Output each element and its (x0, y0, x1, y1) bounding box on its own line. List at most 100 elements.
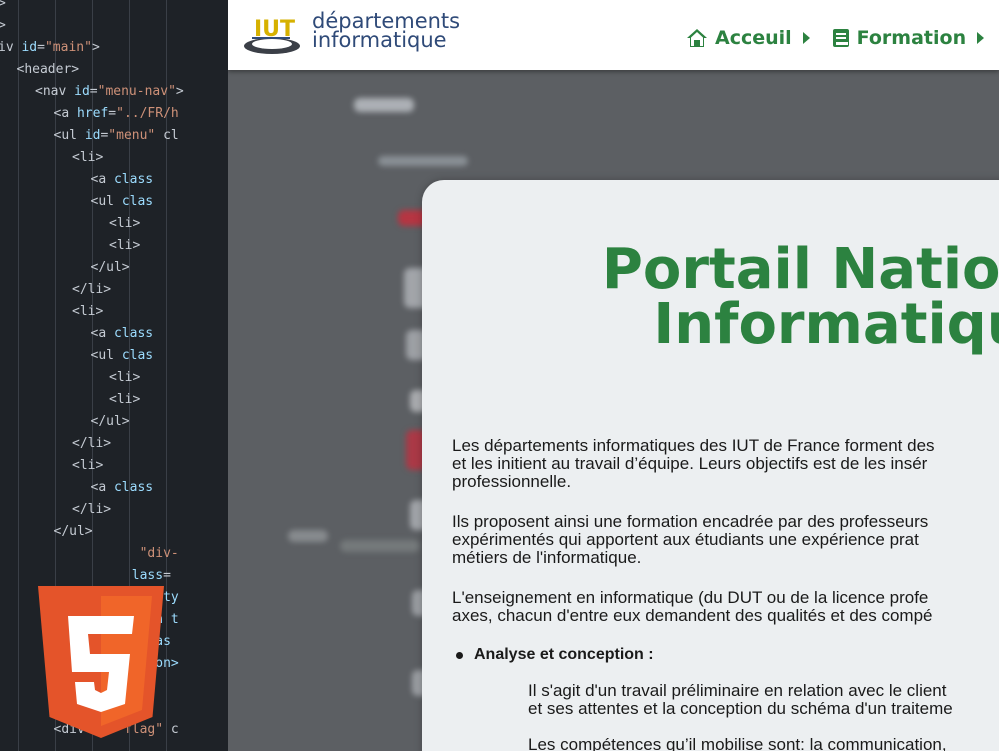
chevron-right-icon (802, 32, 810, 44)
code-token: <a (90, 172, 114, 187)
intro-paragraph-3: L'enseignement en informatique (du DUT o… (452, 588, 933, 625)
code-token: <header> (16, 62, 80, 77)
chevron-right-icon (977, 32, 985, 44)
intro-paragraph-1: Les départements informatiques des IUT d… (452, 436, 935, 491)
code-line: <li> (109, 367, 140, 389)
nav-item-formation[interactable]: Formation (832, 27, 985, 49)
code-line: <li> (109, 389, 140, 411)
code-token: iv (0, 40, 22, 55)
code-line: </li> (72, 279, 111, 301)
code-editor-pane: > > iv id="main"> <header> <nav id="menu-nav… (0, 0, 230, 751)
code-line: <a class (91, 169, 154, 191)
code-token: > (91, 40, 100, 55)
code-line: </ul> (91, 257, 130, 279)
code-token: </ul> (90, 414, 130, 429)
code-token: id (84, 128, 101, 143)
code-token: id (21, 40, 38, 55)
code-line: lass= (54, 565, 171, 587)
code-token: "main" (44, 40, 92, 55)
nav-label-formation: Formation (856, 27, 967, 49)
analyse-paragraph-1: Il s'agit d'un travail préliminaire en r… (528, 681, 953, 718)
code-token: "menu" (108, 128, 156, 143)
code-token: = (37, 40, 45, 55)
home-icon (687, 29, 707, 47)
code-line: > (0, 0, 6, 15)
code-token: <li> (109, 216, 141, 231)
code-token: id (74, 84, 90, 99)
code-token: cl (155, 128, 179, 143)
code-line: "div- (54, 543, 179, 565)
code-line: <li> (72, 301, 103, 323)
code-token: <li> (109, 238, 141, 253)
code-line: <ul clas (91, 191, 154, 213)
code-line: > (0, 15, 6, 37)
bullet-icon (456, 651, 463, 659)
book-icon (832, 29, 849, 47)
code-token: <li> (72, 458, 104, 473)
code-token: c (163, 722, 179, 737)
code-token: > (175, 84, 184, 99)
code-token: <li> (109, 370, 141, 385)
code-token: <ul (90, 194, 122, 209)
code-line: <li> (72, 455, 103, 477)
bullet-label-analyse: Analyse et conception : (474, 646, 654, 663)
code-token: <a (90, 480, 114, 495)
code-line: </ul> (91, 411, 130, 433)
intro-card: Portail Nationa Informatiqu Les départem… (422, 180, 999, 751)
code-token: <ul (53, 128, 85, 143)
code-line: <a href="../FR/h (54, 103, 179, 125)
indent-guide (18, 0, 19, 751)
code-token: </ul> (90, 260, 130, 275)
code-token: <li> (109, 392, 141, 407)
code-token: class (113, 480, 154, 495)
code-token: "menu-nav" (97, 84, 176, 99)
code-line: <li> (109, 213, 140, 235)
code-line: <nav id="menu-nav"> (35, 81, 184, 103)
code-token: "div- (139, 546, 179, 561)
code-token: = (108, 106, 117, 121)
code-token: <nav (35, 84, 75, 99)
nav-label-acceuil: Acceuil (715, 27, 792, 49)
code-line: <header> (17, 59, 80, 81)
code-token: = (163, 568, 171, 583)
code-token: <ul (90, 348, 122, 363)
iut-logo-mark: IUT (244, 17, 300, 54)
code-line: </li> (72, 433, 111, 455)
code-token: class (113, 172, 154, 187)
code-line: <a class (91, 323, 154, 345)
code-line: <ul id="menu" cl (54, 125, 179, 147)
site-logo[interactable]: IUT départements informatique (242, 10, 472, 60)
code-token: clas (121, 194, 154, 209)
code-token: </li> (72, 436, 112, 451)
code-token: > (0, 0, 6, 11)
code-token: class (113, 326, 154, 341)
main-nav: Acceuil Formation (686, 24, 985, 52)
code-token: "../FR/h (116, 106, 179, 121)
site-header: IUT départements informatique Acceuil Fo… (228, 0, 999, 70)
code-token: = (89, 84, 98, 99)
code-line: </ul> (54, 521, 93, 543)
code-line: <li> (109, 235, 140, 257)
code-token: > (0, 18, 6, 33)
list-item: Analyse et conception : (456, 646, 654, 664)
logo-text-informatique: informatique (312, 28, 447, 52)
analyse-paragraph-2: Les compétences qu’il mobilise sont: la … (528, 735, 947, 751)
code-token: <a (53, 106, 77, 121)
code-token: clas (121, 348, 154, 363)
code-line: </li> (72, 499, 111, 521)
code-token: href (76, 106, 109, 121)
website-view: IUT départements informatique Acceuil Fo… (228, 0, 999, 751)
code-line: <a class (91, 477, 154, 499)
code-line: iv id="main"> (0, 37, 100, 59)
code-token: </ul> (53, 524, 93, 539)
code-token: lass (131, 568, 164, 583)
page-title: Portail Nationa Informatiqu (601, 237, 999, 357)
nav-item-acceuil[interactable]: Acceuil (686, 27, 810, 49)
code-token: <li> (72, 150, 104, 165)
intro-paragraph-2: Ils proposent ainsi une formation encadr… (452, 512, 929, 567)
code-line: <ul clas (91, 345, 154, 367)
code-token: <li> (72, 304, 104, 319)
code-token: </li> (72, 282, 112, 297)
